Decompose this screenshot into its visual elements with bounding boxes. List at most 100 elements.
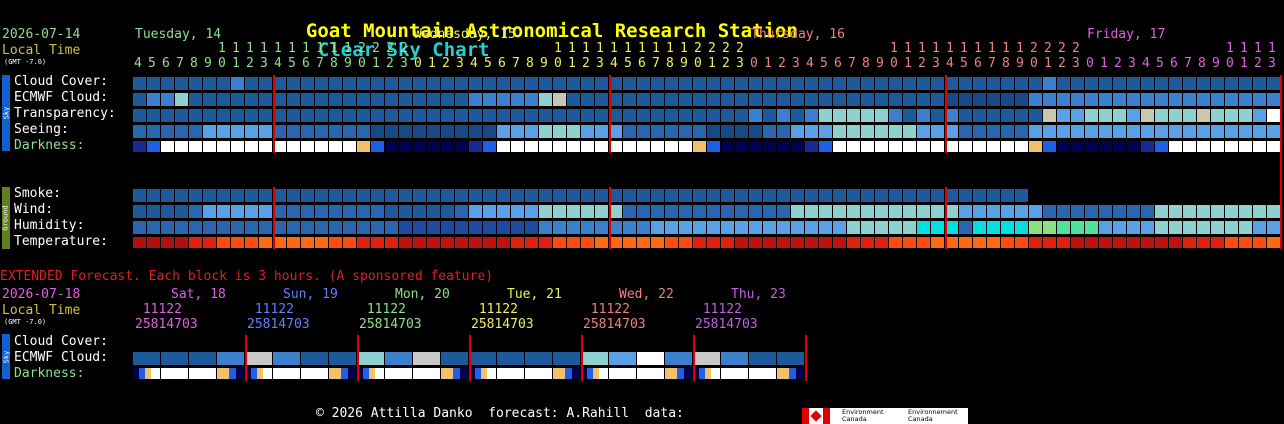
smoke-cell[interactable] [469, 189, 482, 202]
smoke-cell[interactable] [525, 189, 538, 202]
temperature-cell[interactable] [427, 237, 440, 248]
seeing-cell[interactable] [651, 125, 664, 138]
cloud-cover-cell[interactable] [861, 77, 874, 90]
seeing-cell[interactable] [581, 125, 594, 138]
ecmwf-cloud-cell[interactable] [665, 93, 678, 106]
seeing-cell[interactable] [441, 125, 454, 138]
humidity-cell[interactable] [371, 221, 384, 234]
extended-ecmwf-cell[interactable] [553, 352, 580, 365]
cloud-cover-cell[interactable] [819, 77, 832, 90]
ecmwf-cloud-cell[interactable] [1015, 93, 1028, 106]
transparency-cell[interactable] [637, 109, 650, 122]
extended-ecmwf-cell[interactable] [189, 352, 216, 365]
ecmwf-cloud-cell[interactable] [1211, 93, 1224, 106]
temperature-cell[interactable] [371, 237, 384, 248]
transparency-cell[interactable] [1239, 109, 1252, 122]
ecmwf-cloud-cell[interactable] [315, 93, 328, 106]
transparency-cell[interactable] [1113, 109, 1126, 122]
humidity-cell[interactable] [385, 221, 398, 234]
temperature-cell[interactable] [749, 237, 762, 248]
ecmwf-cloud-cell[interactable] [707, 93, 720, 106]
transparency-cell[interactable] [847, 109, 860, 122]
seeing-cell[interactable] [427, 125, 440, 138]
cloud-cover-cell[interactable] [917, 77, 930, 90]
humidity-cell[interactable] [511, 221, 524, 234]
cloud-cover-cell[interactable] [665, 77, 678, 90]
wind-cell[interactable] [483, 205, 496, 218]
seeing-cell[interactable] [595, 125, 608, 138]
transparency-cell[interactable] [805, 109, 818, 122]
temperature-cell[interactable] [847, 237, 860, 248]
wind-cell[interactable] [203, 205, 216, 218]
wind-cell[interactable] [1099, 205, 1112, 218]
ecmwf-cloud-cell[interactable] [595, 93, 608, 106]
extended-row-label[interactable]: Darkness: [14, 367, 84, 380]
wind-cell[interactable] [301, 205, 314, 218]
transparency-cell[interactable] [959, 109, 972, 122]
transparency-cell[interactable] [1071, 109, 1084, 122]
darkness-cell[interactable] [301, 141, 314, 152]
humidity-cell[interactable] [567, 221, 580, 234]
transparency-cell[interactable] [483, 109, 496, 122]
seeing-cell[interactable] [1001, 125, 1014, 138]
wind-cell[interactable] [847, 205, 860, 218]
extended-darkness-cell[interactable] [796, 368, 804, 379]
ecmwf-cloud-cell[interactable] [1029, 93, 1042, 106]
humidity-cell[interactable] [791, 221, 804, 234]
temperature-cell[interactable] [245, 237, 258, 248]
ecmwf-cloud-cell[interactable] [511, 93, 524, 106]
cloud-cover-cell[interactable] [1127, 77, 1140, 90]
transparency-cell[interactable] [693, 109, 706, 122]
cloud-cover-cell[interactable] [959, 77, 972, 90]
wind-cell[interactable] [595, 205, 608, 218]
seeing-cell[interactable] [413, 125, 426, 138]
smoke-cell[interactable] [679, 189, 692, 202]
darkness-cell[interactable] [1169, 141, 1182, 152]
temperature-cell[interactable] [175, 237, 188, 248]
wind-cell[interactable] [973, 205, 986, 218]
darkness-cell[interactable] [1071, 141, 1084, 152]
darkness-cell[interactable] [161, 141, 174, 152]
cloud-cover-cell[interactable] [791, 77, 804, 90]
humidity-cell[interactable] [1071, 221, 1084, 234]
temperature-cell[interactable] [525, 237, 538, 248]
seeing-cell[interactable] [301, 125, 314, 138]
extended-darkness-cell[interactable] [599, 368, 608, 379]
seeing-cell[interactable] [343, 125, 356, 138]
humidity-cell[interactable] [749, 221, 762, 234]
temperature-cell[interactable] [189, 237, 202, 248]
transparency-cell[interactable] [217, 109, 230, 122]
transparency-cell[interactable] [1197, 109, 1210, 122]
humidity-cell[interactable] [553, 221, 566, 234]
temperature-cell[interactable] [1253, 237, 1266, 248]
transparency-cell[interactable] [1211, 109, 1224, 122]
wind-cell[interactable] [427, 205, 440, 218]
temperature-cell[interactable] [1043, 237, 1056, 248]
temperature-cell[interactable] [833, 237, 846, 248]
smoke-cell[interactable] [749, 189, 762, 202]
darkness-cell[interactable] [595, 141, 608, 152]
transparency-cell[interactable] [581, 109, 594, 122]
extended-ecmwf-cell[interactable] [749, 352, 776, 365]
transparency-cell[interactable] [497, 109, 510, 122]
seeing-cell[interactable] [161, 125, 174, 138]
extended-row-label[interactable]: ECMWF Cloud: [14, 351, 108, 364]
wind-cell[interactable] [1001, 205, 1014, 218]
extended-darkness-cell[interactable] [711, 368, 720, 379]
humidity-cell[interactable] [189, 221, 202, 234]
temperature-cell[interactable] [735, 237, 748, 248]
temperature-cell[interactable] [301, 237, 314, 248]
temperature-cell[interactable] [161, 237, 174, 248]
humidity-cell[interactable] [525, 221, 538, 234]
seeing-cell[interactable] [217, 125, 230, 138]
humidity-cell[interactable] [1169, 221, 1182, 234]
extended-darkness-cell[interactable] [453, 368, 460, 379]
cloud-cover-cell[interactable] [595, 77, 608, 90]
temperature-cell[interactable] [483, 237, 496, 248]
extended-ecmwf-cell[interactable] [385, 352, 412, 365]
wind-cell[interactable] [1085, 205, 1098, 218]
wind-cell[interactable] [329, 205, 342, 218]
transparency-cell[interactable] [679, 109, 692, 122]
humidity-cell[interactable] [175, 221, 188, 234]
wind-cell[interactable] [371, 205, 384, 218]
